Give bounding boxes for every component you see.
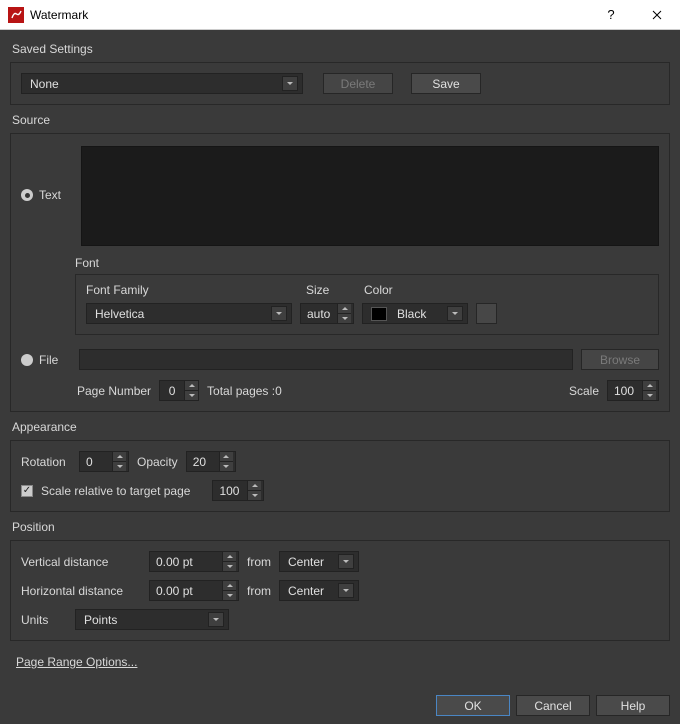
text-radio-label: Text (39, 188, 61, 202)
horizontal-from-value: Center (288, 584, 332, 598)
saved-settings-select[interactable]: None (21, 73, 303, 94)
delete-button[interactable]: Delete (323, 73, 393, 94)
font-label: Font (75, 256, 659, 270)
color-select[interactable]: Black (362, 303, 468, 324)
vertical-distance-input[interactable] (150, 552, 222, 571)
watermark-text-input[interactable] (81, 146, 659, 246)
horizontal-distance-input[interactable] (150, 581, 222, 600)
source-label: Source (12, 113, 670, 127)
vertical-distance-spinner[interactable] (149, 551, 239, 572)
saved-settings-group: None Delete Save (10, 62, 670, 105)
vertical-distance-down[interactable] (222, 561, 236, 571)
color-picker-button[interactable] (476, 303, 497, 324)
opacity-down[interactable] (219, 461, 233, 471)
scale-relative-spinner[interactable] (212, 480, 264, 501)
units-select[interactable]: Points (75, 609, 229, 630)
opacity-label: Opacity (137, 455, 178, 469)
scale-label: Scale (569, 384, 599, 398)
font-size-input[interactable] (301, 304, 337, 323)
font-size-spinner[interactable] (300, 303, 354, 324)
text-radio[interactable] (21, 189, 33, 201)
dialog-footer: OK Cancel Help (0, 689, 680, 724)
rotation-spinner[interactable] (79, 451, 129, 472)
scale-relative-label: Scale relative to target page (41, 484, 190, 498)
total-pages-label: Total pages :0 (207, 384, 282, 398)
close-button[interactable] (634, 0, 680, 30)
font-family-value: Helvetica (95, 307, 265, 321)
scale-up[interactable] (642, 381, 656, 390)
scale-input[interactable] (608, 381, 642, 400)
file-path-input[interactable] (79, 349, 573, 370)
titlebar: Watermark ? (0, 0, 680, 30)
units-value: Points (84, 613, 202, 627)
units-label: Units (21, 613, 67, 627)
horizontal-distance-up[interactable] (222, 581, 236, 590)
window-title: Watermark (30, 8, 588, 22)
page-number-spinner[interactable] (159, 380, 199, 401)
opacity-spinner[interactable] (186, 451, 236, 472)
color-value: Black (397, 307, 441, 321)
vertical-distance-up[interactable] (222, 552, 236, 561)
saved-settings-label: Saved Settings (12, 42, 670, 56)
app-icon (8, 7, 24, 23)
position-group: Vertical distance from Center Horizontal… (10, 540, 670, 641)
font-family-select[interactable]: Helvetica (86, 303, 292, 324)
appearance-group: Rotation Opacity Scale relative to targe… (10, 440, 670, 512)
chevron-down-icon (271, 306, 287, 321)
color-label: Color (364, 283, 393, 297)
rotation-label: Rotation (21, 455, 71, 469)
horizontal-from-select[interactable]: Center (279, 580, 359, 601)
source-group: Text Font Font Family Size Color (10, 133, 670, 412)
browse-button[interactable]: Browse (581, 349, 659, 370)
rotation-up[interactable] (112, 452, 126, 461)
page-number-label: Page Number (77, 384, 151, 398)
color-swatch (371, 307, 387, 321)
scale-relative-input[interactable] (213, 481, 247, 500)
saved-settings-value: None (30, 77, 276, 91)
chevron-down-icon (208, 612, 224, 627)
from-label: from (247, 555, 271, 569)
rotation-input[interactable] (80, 452, 112, 471)
vertical-distance-label: Vertical distance (21, 555, 141, 569)
position-label: Position (12, 520, 670, 534)
page-number-up[interactable] (184, 381, 198, 390)
ok-button[interactable]: OK (436, 695, 510, 716)
font-size-up[interactable] (337, 304, 351, 313)
horizontal-distance-spinner[interactable] (149, 580, 239, 601)
page-range-options-link[interactable]: Page Range Options... (16, 655, 137, 669)
chevron-down-icon (282, 76, 298, 91)
font-size-down[interactable] (337, 313, 351, 323)
chevron-down-icon (338, 583, 354, 598)
scale-relative-checkbox[interactable] (21, 485, 33, 497)
file-radio-label: File (39, 353, 58, 367)
size-label: Size (306, 283, 364, 297)
opacity-input[interactable] (187, 452, 219, 471)
font-group: Font Family Size Color Helvetica (75, 274, 659, 335)
chevron-down-icon (338, 554, 354, 569)
cancel-button[interactable]: Cancel (516, 695, 590, 716)
scale-relative-up[interactable] (247, 481, 261, 490)
scale-relative-down[interactable] (247, 490, 261, 500)
rotation-down[interactable] (112, 461, 126, 471)
horizontal-distance-down[interactable] (222, 590, 236, 600)
vertical-from-value: Center (288, 555, 332, 569)
help-footer-button[interactable]: Help (596, 695, 670, 716)
help-button[interactable]: ? (588, 0, 634, 30)
font-family-label: Font Family (86, 283, 306, 297)
file-radio[interactable] (21, 354, 33, 366)
opacity-up[interactable] (219, 452, 233, 461)
save-button[interactable]: Save (411, 73, 481, 94)
page-number-input[interactable] (160, 381, 184, 400)
vertical-from-select[interactable]: Center (279, 551, 359, 572)
horizontal-distance-label: Horizontal distance (21, 584, 141, 598)
scale-down[interactable] (642, 390, 656, 400)
scale-spinner[interactable] (607, 380, 659, 401)
page-number-down[interactable] (184, 390, 198, 400)
appearance-label: Appearance (12, 420, 670, 434)
chevron-down-icon (447, 306, 463, 321)
from-label-h: from (247, 584, 271, 598)
